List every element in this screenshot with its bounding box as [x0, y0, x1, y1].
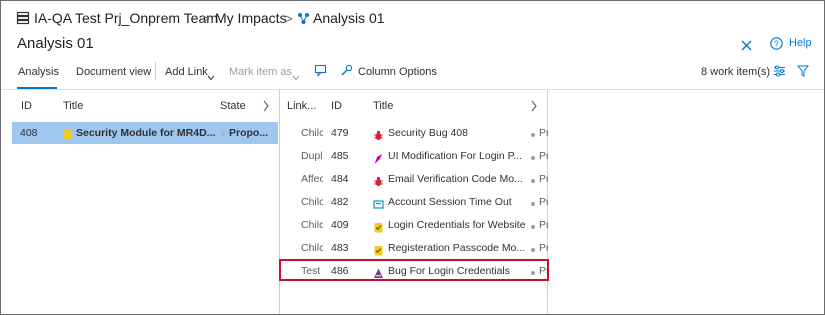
- column-header-title[interactable]: Title: [63, 100, 83, 112]
- column-header-id[interactable]: ID: [21, 100, 32, 112]
- column-header-title[interactable]: Title: [373, 100, 393, 112]
- requirement-icon: [373, 243, 384, 256]
- row-link-type: Dupl: [301, 150, 323, 162]
- breadcrumb-separator: >: [202, 11, 210, 26]
- feature-icon: [373, 151, 384, 164]
- row-id: 483: [331, 242, 349, 254]
- column-header-link[interactable]: Link...: [287, 100, 316, 112]
- row-link-type: Affec: [301, 173, 323, 185]
- state-dot: [531, 202, 535, 206]
- row-link-type: Chilc: [301, 196, 323, 208]
- state-dot: [531, 248, 535, 252]
- row-title[interactable]: Account Session Time Out: [388, 196, 512, 208]
- breadcrumb-team[interactable]: IA-QA Test Prj_Onprem Team: [34, 10, 218, 26]
- column-header-state[interactable]: State: [220, 100, 246, 112]
- row-link-type: Chilc: [301, 219, 323, 231]
- row-state: Pr: [539, 242, 548, 254]
- row-state: Pr: [539, 127, 548, 139]
- row-state: Propo...: [229, 127, 269, 139]
- tab-analysis[interactable]: Analysis: [18, 66, 59, 78]
- tab-document-view[interactable]: Document view: [76, 66, 151, 78]
- row-state: Pr: [539, 173, 548, 185]
- row-id: 482: [331, 196, 349, 208]
- state-dot: [531, 179, 535, 183]
- row-id: 408: [20, 127, 38, 139]
- breadcrumb-section[interactable]: My Impacts: [215, 10, 287, 26]
- bug-icon: [373, 174, 384, 186]
- row-title[interactable]: Security Bug 408: [388, 127, 468, 139]
- row-link-type: Chilc: [301, 242, 323, 254]
- chevron-right-icon[interactable]: [530, 99, 538, 112]
- settings-sliders-icon[interactable]: [773, 64, 786, 77]
- state-dot: [531, 133, 535, 137]
- help-link[interactable]: Help: [789, 37, 812, 49]
- chevron-right-icon[interactable]: [262, 99, 270, 112]
- row-title[interactable]: Login Credentials for Website: [388, 219, 526, 231]
- row-title[interactable]: Registeration Passcode Mo...: [388, 242, 525, 254]
- analysis-icon: [297, 12, 310, 25]
- bug-icon: [373, 128, 384, 140]
- row-title[interactable]: Security Module for MR4D...: [76, 127, 215, 139]
- help-icon[interactable]: ?: [770, 37, 783, 50]
- epic-icon: [63, 127, 73, 139]
- column-options-button[interactable]: Column Options: [358, 66, 437, 78]
- wrench-icon[interactable]: [340, 64, 353, 77]
- row-title[interactable]: UI Modification For Login P...: [388, 150, 522, 162]
- row-state: Pr: [539, 219, 548, 231]
- column-header-id[interactable]: ID: [331, 100, 342, 112]
- user-story-icon: [373, 197, 384, 209]
- svg-text:?: ?: [774, 40, 779, 49]
- close-icon[interactable]: [741, 38, 752, 51]
- toolbar-bottom-divider: [1, 89, 824, 90]
- row-id: 409: [331, 219, 349, 231]
- row-state: Pr: [539, 196, 548, 208]
- state-dot: [221, 132, 225, 136]
- row-state: Pr: [539, 150, 548, 162]
- breadcrumb-current[interactable]: Analysis 01: [313, 10, 385, 26]
- row-title[interactable]: Email Verification Code Mo...: [388, 173, 523, 185]
- state-dot: [531, 225, 535, 229]
- chevron-down-icon[interactable]: [207, 68, 215, 81]
- add-link-button[interactable]: Add Link: [165, 66, 208, 78]
- comment-icon[interactable]: [314, 64, 327, 77]
- filter-icon[interactable]: [796, 64, 810, 77]
- highlight-box: [279, 259, 549, 281]
- row-id: 485: [331, 150, 349, 162]
- row-link-type: Chilc: [301, 127, 323, 139]
- team-icon: [16, 11, 30, 25]
- chevron-down-icon[interactable]: [292, 68, 300, 81]
- page-title: Analysis 01: [17, 35, 94, 52]
- toolbar-divider: [155, 62, 156, 80]
- requirement-icon: [373, 220, 384, 233]
- breadcrumb-separator: >: [285, 11, 293, 26]
- mark-item-as-button[interactable]: Mark item as: [229, 66, 292, 78]
- work-items-count: 8 work item(s): [701, 66, 771, 78]
- row-id: 479: [331, 127, 349, 139]
- row-id: 484: [331, 173, 349, 185]
- state-dot: [531, 156, 535, 160]
